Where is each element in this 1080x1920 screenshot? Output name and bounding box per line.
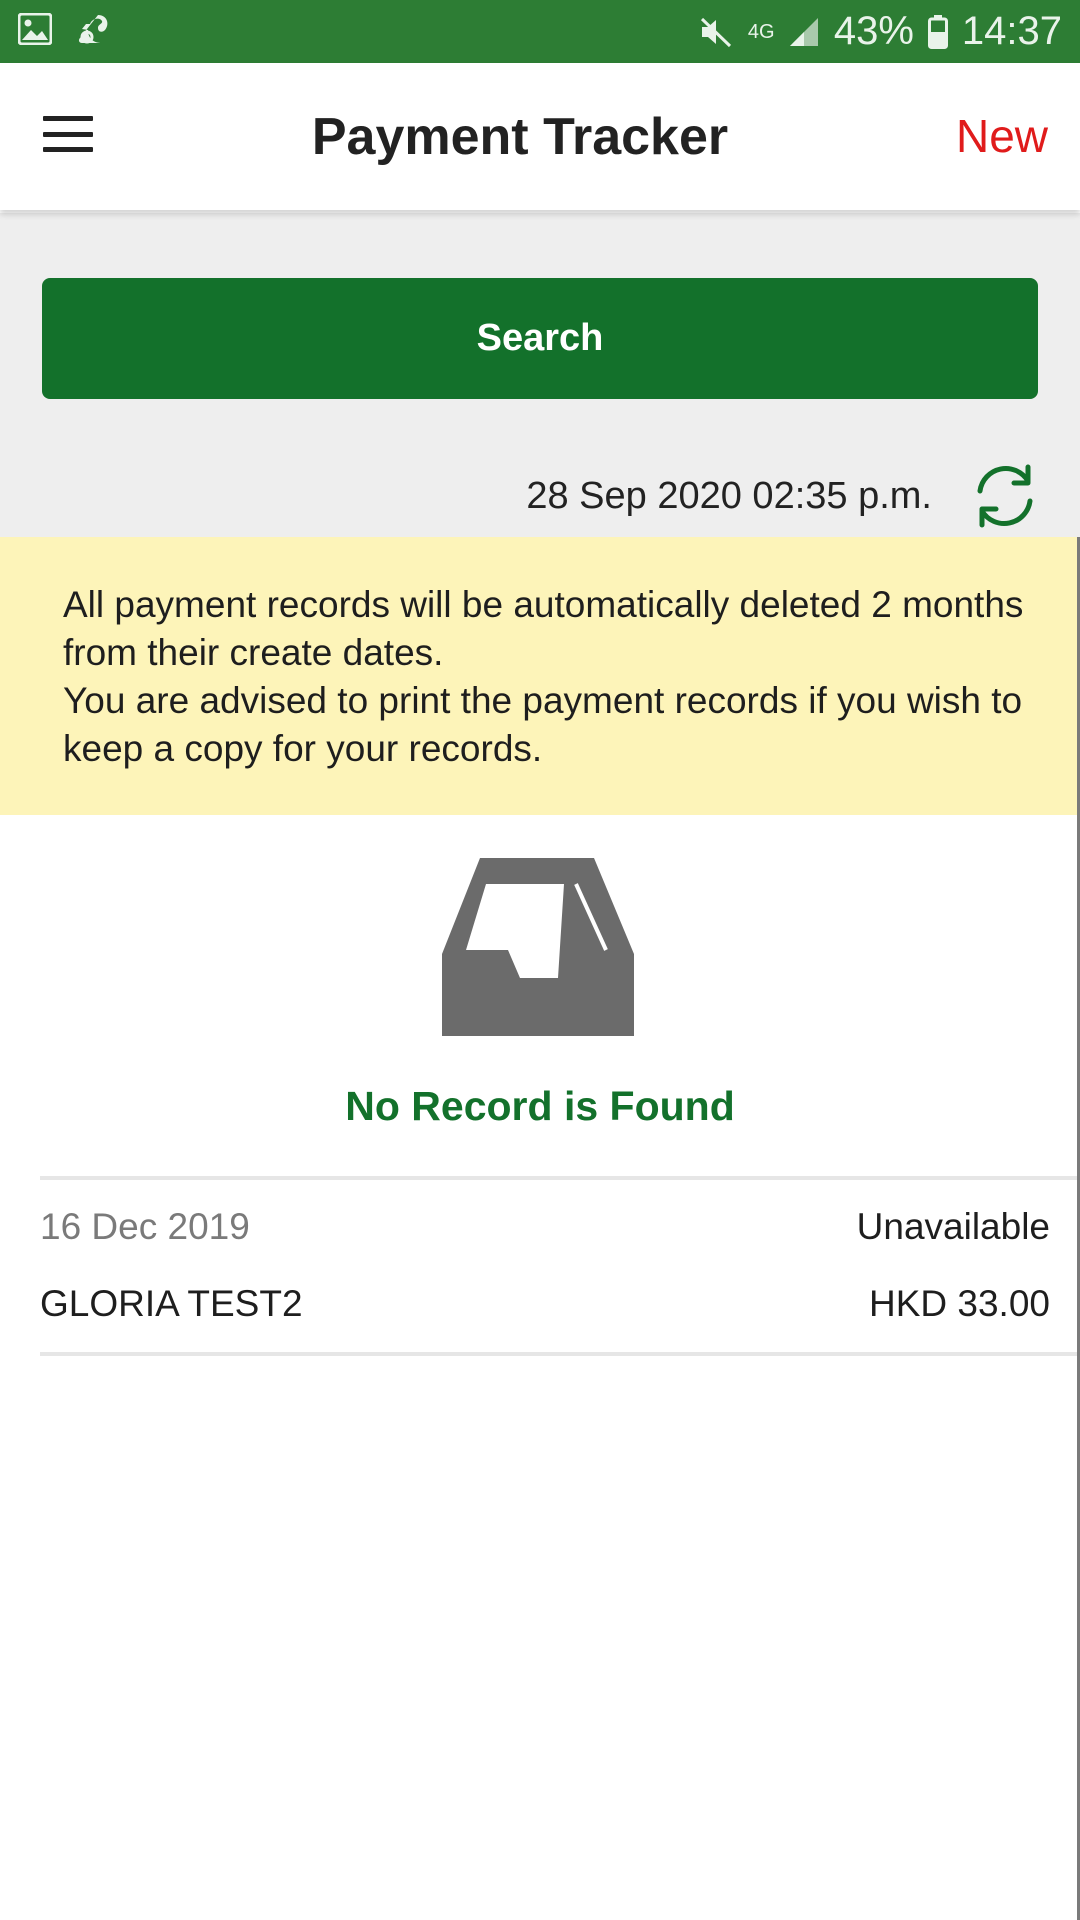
battery-percent: 43% [833,9,914,53]
record-date: 16 Dec 2019 [40,1206,250,1247]
network-type-label: 4G [747,20,775,43]
gallery-icon [18,13,52,45]
mute-icon [698,15,734,49]
notice-line-2: You are advised to print the payment rec… [63,680,1023,769]
search-button[interactable]: Search [42,278,1038,399]
divider [40,1176,1080,1180]
new-button[interactable]: New [956,109,1048,163]
notice-line-1: All payment records will be automaticall… [63,584,1024,673]
status-bar: 4G 43% 14:37 [0,0,1080,63]
status-bar-system: 4G 43% 14:37 [698,0,1062,63]
clock: 14:37 [961,9,1062,53]
app-bar: Payment Tracker New [0,63,1080,210]
no-record-message: No Record is Found [345,1083,735,1129]
signal-icon [788,16,820,48]
refresh-icon[interactable] [970,461,1040,531]
record-amount: HKD 33.00 [869,1283,1050,1324]
squirrel-app-icon [76,12,112,46]
page-title: Payment Tracker [311,108,729,166]
record-payee-name: GLORIA TEST2 [40,1283,303,1324]
battery-icon [927,14,948,49]
search-section: Search 28 Sep 2020 02:35 p.m. [0,213,1080,537]
divider [40,1352,1080,1356]
last-updated-timestamp: 28 Sep 2020 02:35 p.m. [526,475,932,517]
auto-delete-notice: All payment records will be automaticall… [0,537,1080,815]
record-status: Unavailable [856,1206,1050,1247]
status-bar-notifications [18,12,112,46]
empty-inbox-icon [440,856,636,1038]
